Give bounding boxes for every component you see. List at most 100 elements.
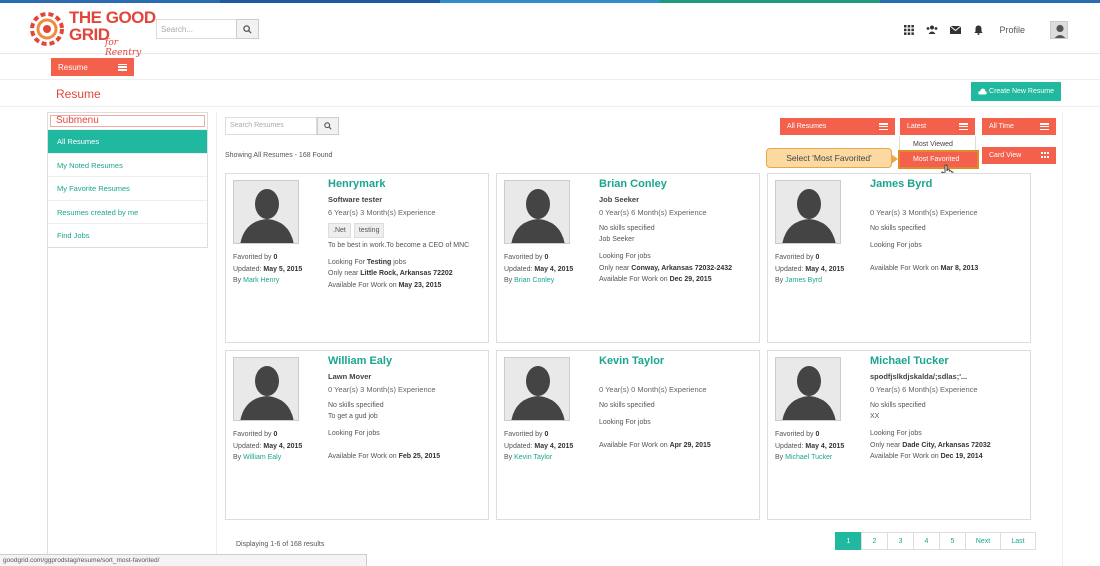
search-icon	[324, 122, 332, 130]
author-link[interactable]: Brian Conley	[514, 277, 554, 284]
sort-option-most-favorited[interactable]: Most Favorited	[898, 150, 979, 169]
sort-filter-label: Latest	[907, 123, 927, 130]
sidebar-border	[47, 248, 48, 566]
candidate-skills: No skills specified	[328, 402, 384, 409]
sidebar-item-all-resumes[interactable]: All Resumes	[48, 130, 207, 154]
author-link[interactable]: William Ealy	[243, 454, 281, 461]
candidate-name[interactable]: Henrymark	[328, 178, 385, 190]
skill-tag: .Net	[328, 223, 351, 238]
candidate-name[interactable]: Brian Conley	[599, 178, 667, 190]
looking-for: Looking For jobs	[599, 253, 651, 260]
last-page-button[interactable]: Last	[1000, 532, 1036, 550]
candidate-experience: 0 Year(s) 6 Month(s) Experience	[599, 208, 707, 217]
pagination-summary: Displaying 1-6 of 168 results	[236, 541, 325, 548]
candidate-name[interactable]: Michael Tucker	[870, 355, 949, 367]
user-silhouette-icon	[240, 189, 294, 243]
user-avatar[interactable]	[1050, 21, 1068, 39]
logo[interactable]: THE GOOD GRID for Reentry	[27, 8, 157, 58]
resume-tab-label: Resume	[58, 62, 88, 72]
candidate-name[interactable]: James Byrd	[870, 178, 932, 190]
user-silhouette-icon	[782, 366, 836, 420]
next-page-button[interactable]: Next	[965, 532, 1001, 550]
user-silhouette-icon	[511, 366, 565, 420]
page-3-button[interactable]: 3	[887, 532, 914, 550]
resume-search-input[interactable]: Search Resumes	[225, 117, 317, 135]
users-icon[interactable]	[926, 24, 938, 36]
candidate-name[interactable]: William Ealy	[328, 355, 392, 367]
looking-for: Looking For jobs	[328, 430, 380, 437]
candidate-skills: No skills specified	[870, 402, 926, 409]
availability: Available For Work on Feb 25, 2015	[328, 453, 441, 460]
candidate-summary: To be best in work.To become a CEO of MN…	[328, 242, 470, 249]
resume-card-william-ealy[interactable]: William Ealy Lawn Mover 0 Year(s) 3 Mont…	[225, 350, 489, 520]
create-resume-button[interactable]: Create New Resume	[971, 82, 1061, 101]
bell-icon[interactable]	[972, 24, 984, 36]
sub-nav-bar	[0, 54, 1100, 80]
page-2-button[interactable]: 2	[861, 532, 888, 550]
sort-option-most-viewed[interactable]: Most Viewed	[900, 136, 975, 150]
global-search-button[interactable]	[236, 19, 259, 39]
resume-card-henrymark[interactable]: Henrymark Software tester 6 Year(s) 3 Mo…	[225, 173, 489, 343]
card-meta: Favorited by 0 Updated: May 4, 2015 By K…	[504, 431, 574, 461]
sort-filter[interactable]: Latest	[900, 118, 975, 135]
instruction-callout: Select 'Most Favorited'	[766, 148, 898, 168]
user-silhouette-icon	[511, 189, 565, 243]
search-icon	[243, 24, 252, 34]
candidate-experience: 0 Year(s) 0 Month(s) Experience	[599, 385, 707, 394]
global-search-input[interactable]: Search...	[156, 19, 236, 39]
resume-menu-tab[interactable]: Resume	[51, 58, 134, 76]
looking-for: Looking For jobs	[599, 419, 651, 426]
resume-card-brian-conley[interactable]: Brian Conley Job Seeker 0 Year(s) 6 Mont…	[496, 173, 760, 343]
card-meta: Favorited by 0 Updated: May 4, 2015 By J…	[775, 254, 845, 284]
page-1-button[interactable]: 1	[835, 532, 862, 550]
candidate-skills: No skills specified	[870, 225, 926, 232]
author-link[interactable]: Kevin Taylor	[514, 454, 552, 461]
candidate-summary: Job Seeker	[599, 236, 635, 243]
resume-card-kevin-taylor[interactable]: Kevin Taylor 0 Year(s) 0 Month(s) Experi…	[496, 350, 760, 520]
author-link[interactable]: James Byrd	[785, 277, 822, 284]
profile-photo	[504, 180, 570, 244]
result-count-text: Showing All Resumes - 168 Found	[225, 152, 333, 159]
header-icons: Profile	[903, 19, 1068, 41]
pagination: 1 2 3 4 5 Next Last	[835, 532, 1036, 550]
view-toggle[interactable]: Card View	[982, 147, 1056, 164]
apps-grid-icon[interactable]	[903, 24, 915, 36]
author-link[interactable]: Michael Tucker	[785, 454, 832, 461]
card-meta: Favorited by 0 Updated: May 4, 2015 By B…	[504, 254, 574, 284]
hamburger-icon	[959, 123, 968, 130]
sidebar-item-created-by-me[interactable]: Resumes created by me	[48, 201, 207, 224]
availability: Available For Work on Dec 29, 2015	[599, 276, 712, 283]
hamburger-icon	[1040, 123, 1049, 130]
page-4-button[interactable]: 4	[913, 532, 940, 550]
time-filter-label: All Time	[989, 123, 1014, 130]
submenu-title: Submenu	[48, 113, 207, 130]
hamburger-icon	[879, 123, 888, 130]
candidate-name[interactable]: Kevin Taylor	[599, 355, 664, 367]
skill-tag: testing	[353, 223, 385, 238]
sidebar-item-noted-resumes[interactable]: My Noted Resumes	[48, 154, 207, 177]
skill-tags: .Net testing	[328, 223, 387, 238]
page-5-button[interactable]: 5	[939, 532, 966, 550]
resume-card-james-byrd[interactable]: James Byrd 0 Year(s) 3 Month(s) Experien…	[767, 173, 1031, 343]
envelope-icon[interactable]	[949, 24, 961, 36]
sidebar-item-favorite-resumes[interactable]: My Favorite Resumes	[48, 177, 207, 201]
candidate-skills: No skills specified	[599, 225, 655, 232]
location: Only near Little Rock, Arkansas 72202	[328, 270, 453, 277]
resume-card-michael-tucker[interactable]: Michael Tucker spodfjslkdjskalda/;sdlas;…	[767, 350, 1031, 520]
all-resumes-filter[interactable]: All Resumes	[780, 118, 895, 135]
candidate-experience: 6 Year(s) 3 Month(s) Experience	[328, 208, 436, 217]
looking-for: Looking For jobs	[870, 430, 922, 437]
profile-photo	[504, 357, 570, 421]
page-title-row	[0, 80, 1100, 107]
candidate-role: Job Seeker	[599, 195, 640, 204]
profile-photo	[233, 180, 299, 244]
author-link[interactable]: Mark Henry	[243, 277, 279, 284]
candidate-role: Lawn Mover	[328, 372, 372, 381]
resume-search-button[interactable]	[317, 117, 339, 135]
hamburger-icon	[118, 63, 127, 71]
sidebar-item-find-jobs[interactable]: Find Jobs	[48, 224, 207, 248]
candidate-role: Software tester	[328, 195, 383, 204]
time-filter[interactable]: All Time	[982, 118, 1056, 135]
profile-link[interactable]: Profile	[999, 25, 1025, 35]
profile-photo	[775, 180, 841, 244]
